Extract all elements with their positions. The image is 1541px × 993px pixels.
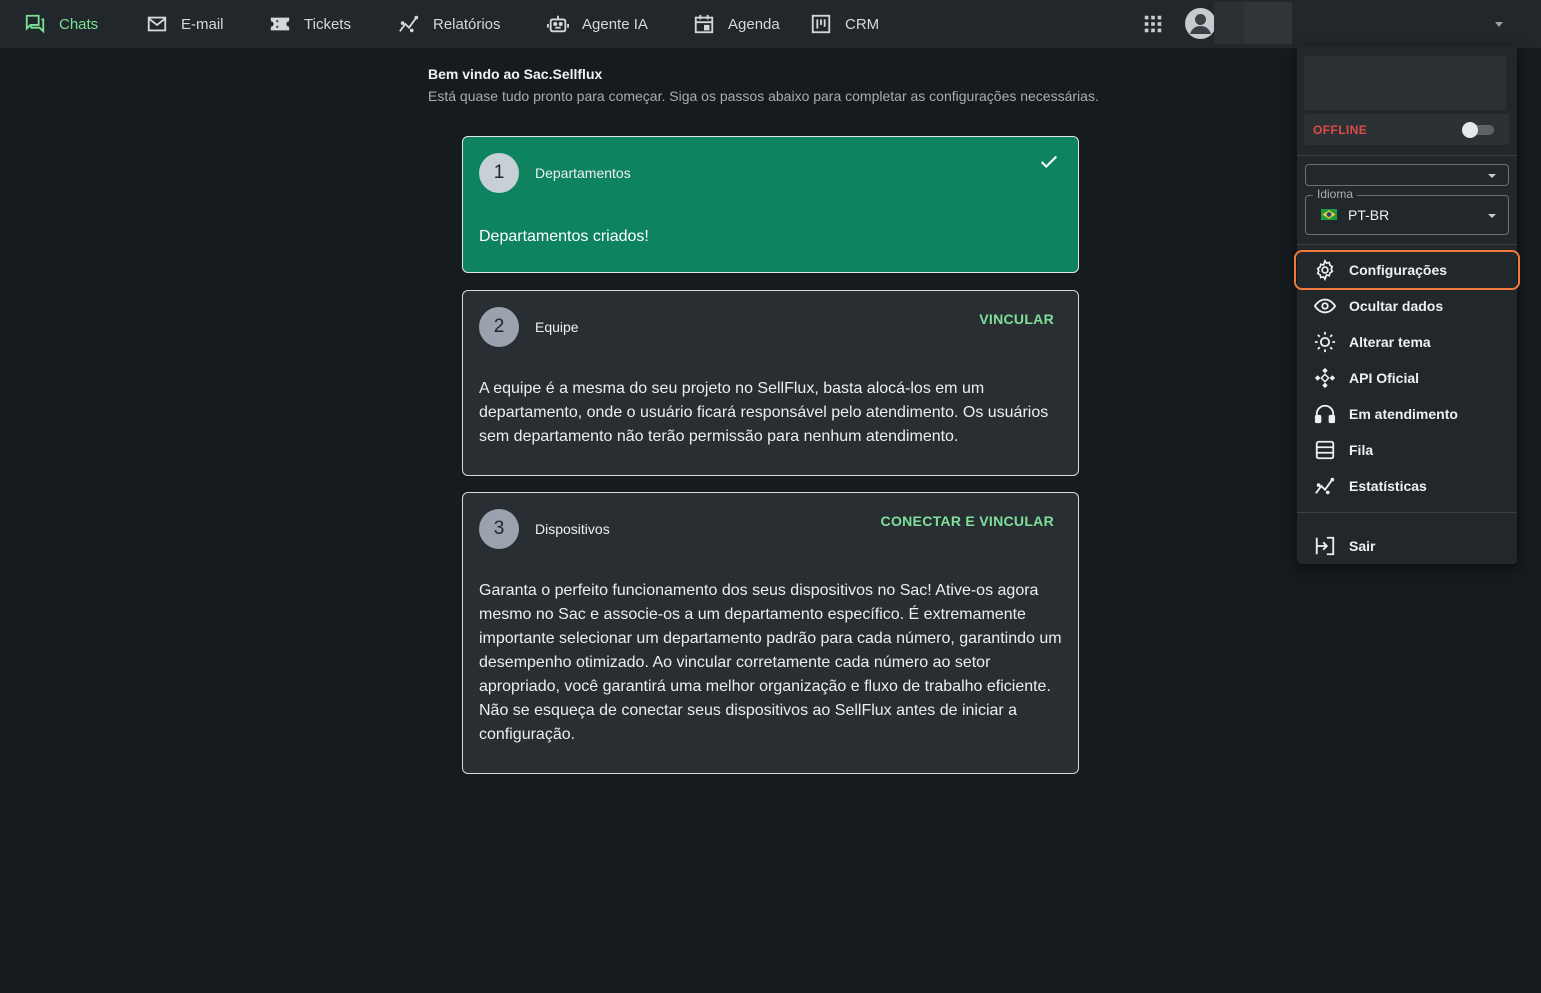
nav-agenda[interactable]: Agenda [693, 0, 780, 48]
step-card-equipe: 2 Equipe VINCULAR A equipe é a mesma do … [462, 290, 1079, 476]
step-number: 3 [479, 509, 519, 549]
menu-item-label: API Oficial [1349, 370, 1420, 386]
menu-item-alterar-tema[interactable]: Alterar tema [1297, 324, 1517, 360]
robot-icon [547, 15, 569, 33]
menu-item-label: Ocultar dados [1349, 298, 1444, 314]
status-toggle[interactable] [1462, 122, 1496, 138]
chart-line-icon [1315, 477, 1335, 495]
menu-item-label: Estatísticas [1349, 478, 1427, 494]
vincular-button[interactable]: VINCULAR [979, 311, 1054, 327]
nav-tickets-label: Tickets [304, 15, 351, 33]
menu-item-sair[interactable]: Sair [1297, 528, 1517, 564]
menu-item-label: Fila [1349, 442, 1374, 458]
logout-icon [1315, 536, 1335, 556]
step-body: Departamentos criados! [479, 228, 649, 245]
menu-item-label: Sair [1349, 538, 1376, 554]
nav-relatorios-label: Relatórios [433, 15, 501, 33]
sun-icon [1314, 331, 1336, 353]
divider [1297, 155, 1517, 156]
headset-icon [1314, 404, 1336, 424]
menu-item-label: Alterar tema [1349, 334, 1431, 350]
step-title: Dispositivos [535, 521, 610, 537]
user-info-redacted [1304, 56, 1506, 110]
step-card-dispositivos: 3 Dispositivos CONECTAR E VINCULAR Garan… [462, 492, 1079, 774]
nav-agente-ia-label: Agente IA [582, 15, 648, 33]
nav-chats[interactable]: Chats [24, 0, 98, 48]
queue-list-icon [1315, 440, 1335, 460]
conectar-vincular-button[interactable]: CONECTAR E VINCULAR [881, 513, 1054, 529]
menu-item-ocultar-dados[interactable]: Ocultar dados [1297, 288, 1517, 324]
menu-item-api-oficial[interactable]: API Oficial [1297, 360, 1517, 396]
mail-icon [147, 16, 167, 32]
nav-tickets[interactable]: Tickets [269, 0, 351, 48]
menu-item-fila[interactable]: Fila [1297, 432, 1517, 468]
calendar-icon [694, 14, 714, 34]
top-navbar: Chats E-mail Tickets Relatórios Agente I… [0, 0, 1541, 48]
menu-item-estatisticas[interactable]: Estatísticas [1297, 468, 1517, 504]
nav-relatorios[interactable]: Relatórios [398, 0, 501, 48]
language-select[interactable]: PT-BR [1305, 195, 1509, 235]
account-circle-icon [1190, 14, 1211, 34]
eye-icon [1314, 298, 1336, 314]
welcome-title: Bem vindo ao Sac.Sellflux [428, 66, 603, 82]
step-card-departamentos: 1 Departamentos Departamentos criados! [462, 136, 1079, 273]
nav-agenda-label: Agenda [728, 15, 780, 33]
nav-chats-label: Chats [59, 15, 99, 33]
apps-grid-icon[interactable] [1142, 13, 1164, 35]
gear-icon [1316, 259, 1334, 281]
step-title: Departamentos [535, 165, 631, 181]
user-name-redacted [1214, 2, 1244, 44]
chevron-down-icon [1488, 214, 1496, 218]
chevron-down-icon[interactable] [1491, 16, 1507, 32]
api-diamond-icon [1314, 367, 1336, 389]
user-dropdown-menu: OFFLINE PT-BR Idioma Configurações Ocult… [1294, 46, 1520, 564]
status-toggle-row: OFFLINE [1304, 114, 1509, 145]
department-select[interactable] [1305, 164, 1509, 186]
kanban-icon [811, 14, 831, 34]
step-body: A equipe é a mesma do seu projeto no Sel… [479, 380, 1049, 445]
brazil-flag-icon [1321, 209, 1337, 220]
menu-item-configuracoes[interactable]: Configurações [1294, 250, 1520, 290]
language-label: Idioma [1313, 187, 1358, 201]
step-body: Garanta o perfeito funcionamento dos seu… [479, 582, 1062, 743]
step-title: Equipe [535, 319, 579, 335]
welcome-subtitle: Está quase tudo pronto para começar. Sig… [428, 88, 1099, 104]
step-number: 2 [479, 307, 519, 347]
nav-agente-ia[interactable]: Agente IA [547, 0, 648, 48]
divider [1297, 512, 1517, 513]
nav-email[interactable]: E-mail [146, 0, 224, 48]
menu-item-label: Configurações [1349, 262, 1448, 278]
user-name-redacted [1244, 2, 1292, 44]
user-avatar[interactable] [1185, 8, 1216, 39]
divider [1297, 244, 1517, 245]
nav-crm-label: CRM [845, 15, 880, 33]
nav-email-label: E-mail [181, 15, 224, 33]
check-icon [1040, 155, 1058, 169]
chevron-down-icon [1488, 174, 1496, 178]
menu-item-label: Em atendimento [1349, 406, 1458, 422]
ticket-icon [270, 17, 290, 31]
nav-crm[interactable]: CRM [810, 0, 879, 48]
chart-line-icon [399, 15, 419, 33]
step-number: 1 [479, 153, 519, 193]
menu-item-em-atendimento[interactable]: Em atendimento [1297, 396, 1517, 432]
chat-icon [25, 14, 45, 34]
status-label: OFFLINE [1313, 123, 1368, 137]
language-value: PT-BR [1348, 207, 1390, 223]
